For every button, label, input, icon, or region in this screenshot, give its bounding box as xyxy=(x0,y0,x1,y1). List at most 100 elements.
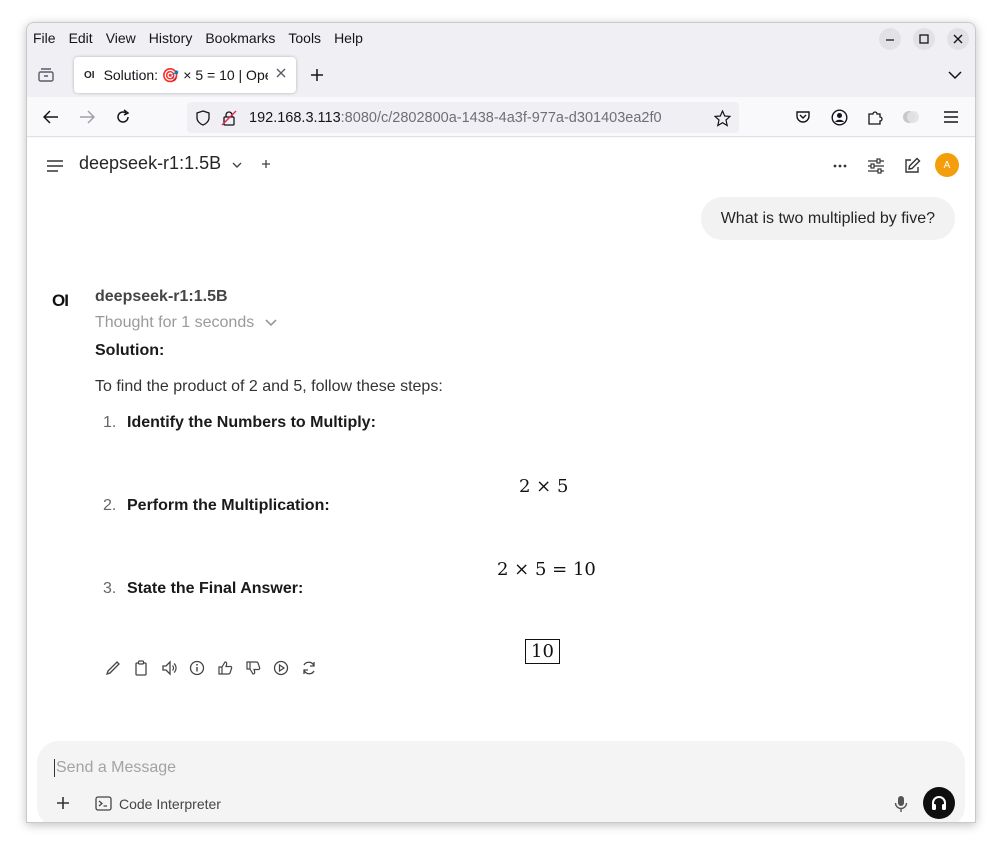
model-selector[interactable]: deepseek-r1:1.5B xyxy=(79,153,271,174)
url-path: :8080/c/2802800a-1438-4a3f-977a-d301403e… xyxy=(340,110,662,126)
terminal-icon[interactable] xyxy=(93,794,113,812)
menu-bookmarks[interactable]: Bookmarks xyxy=(205,30,275,46)
extension-icon xyxy=(903,111,919,123)
step-number: 2. xyxy=(103,497,117,514)
generation-info-button[interactable] xyxy=(183,658,211,678)
new-chat-button[interactable] xyxy=(902,156,922,176)
arrow-left-icon xyxy=(43,110,58,124)
navigation-bar: 192.168.3.113:8080/c/2802800a-1438-4a3f-… xyxy=(27,97,975,137)
good-response-button[interactable] xyxy=(211,658,239,678)
avatar[interactable]: A xyxy=(935,153,959,177)
message-input[interactable]: Send a Message xyxy=(54,759,176,777)
menu-tools[interactable]: Tools xyxy=(288,30,321,46)
edit-message-button[interactable] xyxy=(99,658,127,678)
message-composer: Send a Message Code Interpreter xyxy=(37,741,965,822)
assistant-name: deepseek-r1:1.5B xyxy=(95,288,228,305)
math-expression: 2 × 5 = 10 xyxy=(497,559,596,580)
arrow-right-icon xyxy=(80,110,95,124)
back-button[interactable] xyxy=(41,107,61,127)
continue-response-button[interactable] xyxy=(267,658,295,678)
tab-favicon: OI xyxy=(84,69,95,81)
chevron-down-icon xyxy=(265,319,277,327)
url-bar[interactable]: 192.168.3.113:8080/c/2802800a-1438-4a3f-… xyxy=(187,102,739,133)
tab-active[interactable]: OI Solution: 🎯 × 5 = 10 | Open WebUI xyxy=(74,57,296,93)
user-message: What is two multiplied by five? xyxy=(700,197,955,240)
tab-strip: OI Solution: 🎯 × 5 = 10 | Open WebUI xyxy=(27,53,975,97)
menu-help[interactable]: Help xyxy=(334,30,363,46)
extension-button[interactable] xyxy=(901,107,921,127)
thumbs-down-icon xyxy=(246,661,261,675)
tab-overview-button[interactable] xyxy=(35,65,57,85)
sidebar-toggle-button[interactable] xyxy=(45,156,65,176)
minimize-button[interactable] xyxy=(879,28,901,50)
extensions-button[interactable] xyxy=(865,107,885,127)
controls-button[interactable] xyxy=(866,156,886,176)
chat-page: deepseek-r1:1.5B A What is two multiplie… xyxy=(27,138,975,822)
menu-history[interactable]: History xyxy=(149,30,193,46)
puzzle-icon xyxy=(868,111,883,125)
menu-view[interactable]: View xyxy=(106,30,136,46)
regenerate-button[interactable] xyxy=(295,658,323,678)
step-title: State the Final Answer: xyxy=(127,580,304,597)
step-item: 2. Perform the Multiplication: xyxy=(103,497,330,515)
close-window-button[interactable] xyxy=(947,28,969,50)
app-menu-button[interactable] xyxy=(941,107,961,127)
intro-text: To find the product of 2 and 5, follow t… xyxy=(95,378,443,395)
plus-icon xyxy=(57,797,69,809)
bad-response-button[interactable] xyxy=(239,658,267,678)
maximize-button[interactable] xyxy=(913,28,935,50)
headphones-icon xyxy=(932,796,946,810)
forward-button[interactable] xyxy=(77,107,97,127)
chevron-down-icon xyxy=(232,162,242,168)
thought-toggle[interactable]: Thought for 1 seconds xyxy=(95,314,277,332)
close-icon xyxy=(276,68,286,78)
copy-button[interactable] xyxy=(127,658,155,678)
reload-button[interactable] xyxy=(113,107,133,127)
step-number: 1. xyxy=(103,414,117,431)
speaker-icon xyxy=(162,660,177,676)
code-interpreter-toggle[interactable]: Code Interpreter xyxy=(119,796,221,812)
pocket-icon xyxy=(796,111,810,123)
final-answer: 10 xyxy=(525,639,560,664)
attach-button[interactable] xyxy=(53,793,73,813)
step-title: Perform the Multiplication: xyxy=(127,497,330,514)
hamburger-menu-icon xyxy=(944,111,958,123)
more-options-button[interactable] xyxy=(830,156,850,176)
tab-title: Solution: 🎯 × 5 = 10 | Open WebUI xyxy=(103,66,268,83)
play-circle-icon xyxy=(273,660,289,676)
math-expression: 2 × 5 xyxy=(519,476,569,497)
message-actions xyxy=(99,658,323,678)
account-button[interactable] xyxy=(829,107,849,127)
menu-edit[interactable]: Edit xyxy=(69,30,93,46)
menu-file[interactable]: File xyxy=(33,30,56,46)
minimize-icon xyxy=(886,39,894,41)
voice-input-button[interactable] xyxy=(891,794,911,814)
plus-icon[interactable] xyxy=(261,159,271,169)
tab-list-icon xyxy=(38,68,54,82)
read-aloud-button[interactable] xyxy=(155,658,183,678)
step-item: 3. State the Final Answer: xyxy=(103,580,303,598)
close-icon xyxy=(953,34,963,44)
user-message-text: What is two multiplied by five? xyxy=(720,209,935,227)
chevron-down-icon xyxy=(948,71,962,80)
insecure-lock-icon[interactable] xyxy=(220,109,238,127)
browser-window: File Edit View History Bookmarks Tools H… xyxy=(26,22,976,823)
voice-mode-button[interactable] xyxy=(923,787,955,819)
bookmark-star-button[interactable] xyxy=(713,109,731,127)
step-item: 1. Identify the Numbers to Multiply: xyxy=(103,414,376,432)
pocket-button[interactable] xyxy=(793,107,813,127)
assistant-logo: OI xyxy=(52,291,69,310)
url-host: 192.168.3.113 xyxy=(249,110,341,126)
tab-close-button[interactable] xyxy=(276,65,286,81)
step-number: 3. xyxy=(103,580,117,597)
solution-heading: Solution: xyxy=(95,342,165,359)
list-all-tabs-button[interactable] xyxy=(945,65,965,85)
shield-icon[interactable] xyxy=(195,109,211,127)
ellipsis-icon xyxy=(833,164,847,168)
plus-icon xyxy=(311,69,323,81)
pencil-icon xyxy=(105,661,120,676)
thumbs-up-icon xyxy=(218,661,233,675)
menu-icon xyxy=(47,160,63,172)
new-tab-button[interactable] xyxy=(307,65,327,85)
menu-bar: File Edit View History Bookmarks Tools H… xyxy=(27,23,975,53)
